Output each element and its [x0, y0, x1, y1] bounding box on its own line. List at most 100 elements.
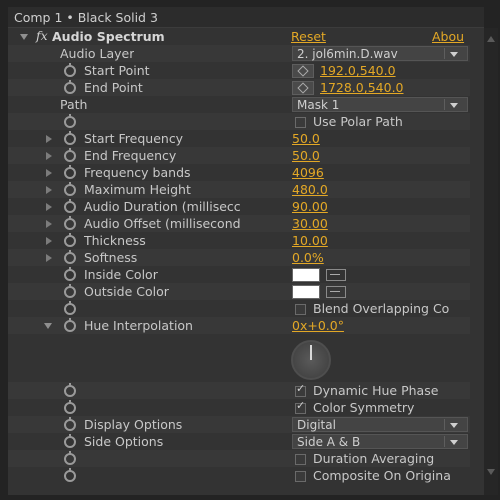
composite-on-original-label: Composite On Origina: [313, 468, 451, 483]
side-options-label: Side Options: [84, 434, 164, 449]
hue-interpolation-label: Hue Interpolation: [84, 318, 193, 333]
stopwatch-icon[interactable]: [64, 284, 76, 298]
start-frequency-value[interactable]: 50.0: [292, 131, 320, 146]
param-row-side-options: Side Options Side A & B: [8, 433, 470, 450]
expand-triangle-icon[interactable]: [46, 152, 52, 160]
inside-color-swatch[interactable]: [292, 268, 320, 282]
end-point-value[interactable]: 1728.0,540.0: [320, 80, 404, 95]
use-polar-path-label: Use Polar Path: [313, 114, 403, 129]
param-row-start-point: Start Point 192.0,540.0: [8, 62, 470, 79]
stopwatch-icon[interactable]: [64, 250, 76, 264]
expand-triangle-icon[interactable]: [46, 254, 52, 262]
stopwatch-icon[interactable]: [64, 182, 76, 196]
outside-color-swatch[interactable]: [292, 285, 320, 299]
effect-name: Audio Spectrum: [52, 29, 165, 44]
audio-duration-value[interactable]: 90.00: [292, 199, 328, 214]
param-row-color-symmetry: Color Symmetry: [8, 399, 470, 416]
audio-layer-dropdown[interactable]: 2. jol6min.D.wav: [292, 46, 468, 61]
stopwatch-icon[interactable]: [64, 148, 76, 162]
path-dropdown[interactable]: Mask 1: [292, 97, 468, 112]
use-polar-path-checkbox[interactable]: [295, 117, 306, 128]
eyedropper-icon[interactable]: [326, 286, 346, 298]
display-options-dropdown[interactable]: Digital: [292, 417, 468, 432]
vertical-scrollbar[interactable]: [484, 28, 498, 495]
side-options-dropdown[interactable]: Side A & B: [292, 434, 468, 449]
color-symmetry-label: Color Symmetry: [313, 400, 415, 415]
display-options-value: Digital: [297, 418, 336, 432]
stopwatch-icon[interactable]: [64, 216, 76, 230]
scroll-up-arrow-icon[interactable]: [487, 36, 495, 42]
frequency-bands-value[interactable]: 4096: [292, 165, 324, 180]
param-row-path: Path Mask 1: [8, 96, 470, 113]
hue-dial-row: [8, 334, 470, 382]
hue-angle-dial[interactable]: [291, 340, 331, 380]
thickness-value[interactable]: 10.00: [292, 233, 328, 248]
stopwatch-icon[interactable]: [64, 233, 76, 247]
duration-averaging-checkbox[interactable]: [295, 454, 306, 465]
panel-title: Comp 1 • Black Solid 3: [14, 10, 158, 25]
thickness-label: Thickness: [84, 233, 146, 248]
stopwatch-icon[interactable]: [64, 318, 76, 332]
stopwatch-icon[interactable]: [64, 451, 76, 465]
fx-icon[interactable]: fx: [36, 28, 48, 43]
stopwatch-icon[interactable]: [64, 199, 76, 213]
path-value: Mask 1: [297, 98, 340, 112]
collapse-triangle-icon[interactable]: [44, 323, 52, 329]
expand-triangle-icon[interactable]: [46, 203, 52, 211]
maximum-height-value[interactable]: 480.0: [292, 182, 328, 197]
effect-header-row[interactable]: fx Audio Spectrum Reset Abou: [8, 28, 470, 45]
point-target-icon[interactable]: [292, 81, 314, 95]
param-row-thickness: Thickness 10.00: [8, 232, 470, 249]
point-target-icon[interactable]: [292, 64, 314, 78]
collapse-triangle-icon[interactable]: [20, 34, 28, 40]
eyedropper-icon[interactable]: [326, 269, 346, 281]
expand-triangle-icon[interactable]: [46, 220, 52, 228]
param-row-softness: Softness 0.0%: [8, 249, 470, 266]
stopwatch-icon[interactable]: [64, 434, 76, 448]
effect-controls-panel: fx Audio Spectrum Reset Abou Audio Layer…: [8, 28, 484, 495]
stopwatch-icon[interactable]: [64, 400, 76, 414]
stopwatch-icon[interactable]: [64, 80, 76, 94]
blend-overlapping-checkbox[interactable]: [295, 304, 306, 315]
audio-offset-value[interactable]: 30.00: [292, 216, 328, 231]
stopwatch-icon[interactable]: [64, 468, 76, 482]
param-row-hue-interpolation: Hue Interpolation 0x+0.0°: [8, 317, 470, 334]
param-row-use-polar-path: Use Polar Path: [8, 113, 470, 130]
chevron-down-icon: [444, 99, 464, 110]
reset-link[interactable]: Reset: [291, 29, 326, 44]
color-symmetry-checkbox[interactable]: [295, 399, 306, 414]
stopwatch-icon[interactable]: [64, 383, 76, 397]
blend-overlapping-label: Blend Overlapping Co: [313, 301, 450, 316]
display-options-label: Display Options: [84, 417, 183, 432]
dynamic-hue-phase-checkbox[interactable]: [295, 382, 306, 397]
param-row-end-point: End Point 1728.0,540.0: [8, 79, 470, 96]
chevron-down-icon: [444, 419, 464, 430]
chevron-down-icon: [444, 48, 464, 59]
path-label: Path: [60, 97, 88, 112]
audio-offset-label: Audio Offset (millisecond: [84, 216, 241, 231]
end-frequency-value[interactable]: 50.0: [292, 148, 320, 163]
expand-triangle-icon[interactable]: [46, 169, 52, 177]
softness-label: Softness: [84, 250, 138, 265]
start-point-value[interactable]: 192.0,540.0: [320, 63, 396, 78]
composite-on-original-checkbox[interactable]: [295, 471, 306, 482]
expand-triangle-icon[interactable]: [46, 186, 52, 194]
stopwatch-icon[interactable]: [64, 301, 76, 315]
expand-triangle-icon[interactable]: [46, 135, 52, 143]
outside-color-label: Outside Color: [84, 284, 169, 299]
softness-value[interactable]: 0.0%: [292, 250, 324, 265]
stopwatch-icon[interactable]: [64, 165, 76, 179]
about-link[interactable]: Abou: [432, 29, 464, 44]
duration-averaging-label: Duration Averaging: [313, 451, 435, 466]
expand-triangle-icon[interactable]: [46, 237, 52, 245]
stopwatch-icon[interactable]: [64, 131, 76, 145]
stopwatch-icon[interactable]: [64, 267, 76, 281]
hue-interpolation-value[interactable]: 0x+0.0°: [292, 318, 344, 333]
side-options-value: Side A & B: [297, 435, 361, 449]
scroll-down-arrow-icon[interactable]: [487, 469, 495, 475]
stopwatch-icon[interactable]: [64, 63, 76, 77]
param-row-audio-offset: Audio Offset (millisecond 30.00: [8, 215, 470, 232]
param-row-display-options: Display Options Digital: [8, 416, 470, 433]
stopwatch-icon[interactable]: [64, 114, 76, 128]
stopwatch-icon[interactable]: [64, 417, 76, 431]
